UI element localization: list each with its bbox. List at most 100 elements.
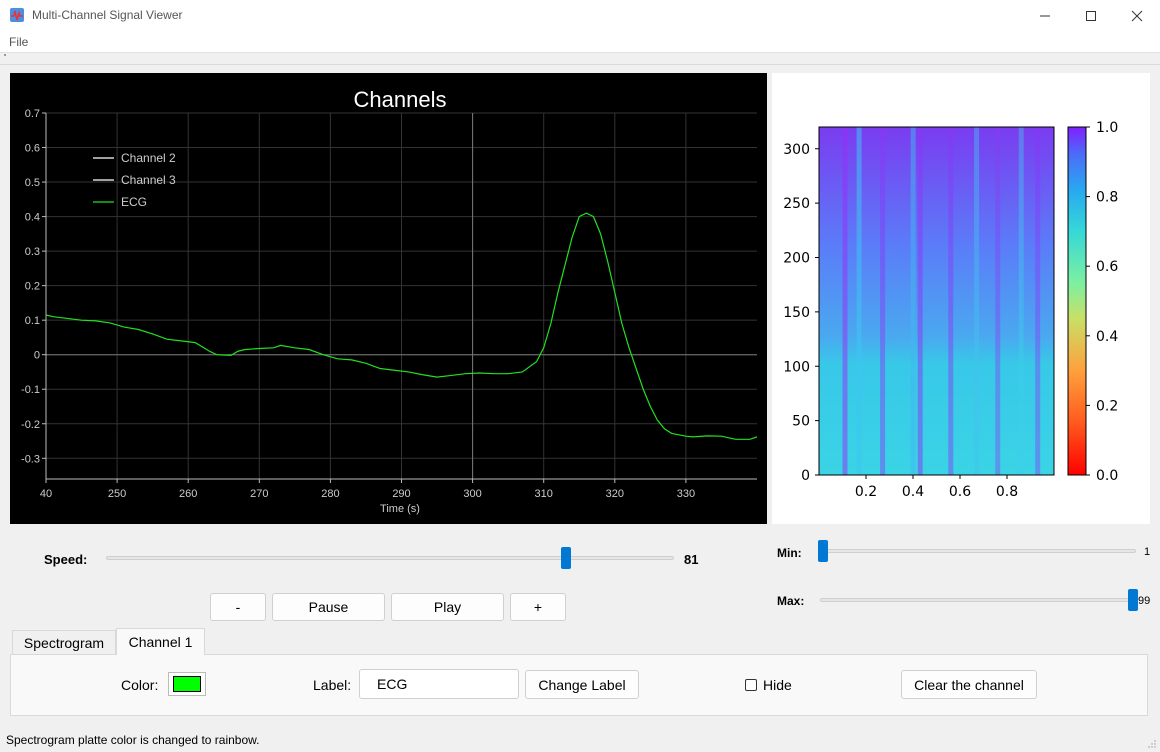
- min-value: 1: [1144, 546, 1151, 558]
- legend-label: Channel 2: [121, 151, 176, 165]
- clear-channel-button[interactable]: Clear the channel: [901, 670, 1037, 699]
- pause-button[interactable]: Pause: [272, 593, 385, 621]
- status-bar-text: Spectrogram platte color is changed to r…: [6, 733, 260, 747]
- resize-grip-icon[interactable]: [1148, 740, 1156, 748]
- spec-y-tick-label: 200: [783, 251, 810, 267]
- speed-label: Speed:: [44, 552, 88, 567]
- spectrogram-plot: 0 50 100 150 200 250 300 0.2 0.4 0.6 0.8 0.0 0.2 0.4 0…: [772, 73, 1150, 524]
- minimize-button[interactable]: [1022, 0, 1068, 32]
- spectrogram-streak: [856, 127, 862, 475]
- min-label: Min:: [777, 546, 802, 560]
- colorbar-tick-label: 0.0: [1096, 468, 1118, 484]
- color-picker-button[interactable]: [168, 672, 206, 696]
- speed-slider-track[interactable]: [106, 556, 674, 560]
- min-slider-handle[interactable]: [818, 540, 829, 562]
- colorbar-tick-label: 0.8: [1096, 190, 1118, 206]
- color-label: Color:: [121, 677, 159, 693]
- speed-up-button[interactable]: +: [510, 593, 566, 621]
- legend-label: Channel 3: [121, 173, 176, 187]
- spec-y-tick-label: 0: [801, 468, 810, 484]
- y-tick-label: -0.2: [21, 419, 40, 431]
- x-tick-label: 250: [108, 488, 126, 500]
- channels-plot[interactable]: Channels 0.7 0.6 0.5 0.4 0.3 0.2 0.1 0 -0.1 -0.2 -0…: [10, 73, 767, 524]
- spectrogram-streak: [917, 127, 923, 475]
- y-tick-label: 0: [34, 350, 40, 362]
- y-tick-label: 0.1: [25, 315, 40, 327]
- menu-bar: File: [0, 32, 1160, 52]
- menu-file[interactable]: File: [9, 35, 28, 49]
- maximize-button[interactable]: [1068, 0, 1114, 32]
- hide-label[interactable]: Hide: [763, 677, 792, 693]
- x-tick-label: 260: [179, 488, 197, 500]
- spec-x-tick-label: 0.2: [855, 484, 877, 500]
- tab-channel-1[interactable]: Channel 1: [116, 628, 205, 655]
- spectrogram-chart: 0 50 100 150 200 250 300 0.2 0.4 0.6 0.8 0.0 0.2 0.4 0…: [783, 120, 1118, 500]
- label-label: Label:: [313, 677, 352, 693]
- max-value: 99: [1138, 595, 1151, 607]
- speed-down-button[interactable]: -: [210, 593, 266, 621]
- toolbar-area: [0, 52, 1160, 64]
- close-icon: [1131, 10, 1143, 22]
- y-tick-label: -0.3: [21, 453, 40, 465]
- chart-title: Channels: [354, 87, 447, 112]
- y-tick-label: 0.4: [25, 212, 40, 224]
- y-tick-label: 0.3: [25, 246, 40, 258]
- y-tick-label: 0.6: [25, 143, 40, 155]
- y-tick-label: 0.7: [25, 108, 40, 120]
- x-tick-label: 300: [463, 488, 481, 500]
- spec-x-tick-label: 0.6: [949, 484, 971, 500]
- title-bar: Multi-Channel Signal Viewer: [0, 0, 1160, 32]
- speed-value: 81: [684, 552, 699, 567]
- color-swatch: [173, 676, 201, 692]
- spectrogram-streak: [880, 127, 886, 475]
- spec-y-tick-label: 250: [783, 196, 810, 212]
- close-button[interactable]: [1114, 0, 1160, 32]
- x-tick-label: 270: [250, 488, 268, 500]
- y-tick-label: 0.5: [25, 177, 40, 189]
- legend-label: ECG: [121, 195, 147, 209]
- spec-x-tick-label: 0.8: [996, 484, 1018, 500]
- colorbar-tick-label: 0.4: [1096, 329, 1118, 345]
- spectrogram-streak: [995, 127, 1001, 475]
- x-tick-label: 330: [677, 488, 695, 500]
- x-tick-label: 280: [321, 488, 339, 500]
- spec-x-tick-label: 0.4: [902, 484, 924, 500]
- y-tick-label: -0.1: [21, 384, 40, 396]
- spectrogram-streak: [1035, 127, 1041, 475]
- spec-y-tick-label: 300: [783, 142, 810, 158]
- spec-y-tick-label: 150: [783, 305, 810, 321]
- colorbar: [1067, 126, 1087, 476]
- max-slider-track[interactable]: [820, 598, 1136, 602]
- spectrogram-streak: [1018, 127, 1024, 475]
- x-axis-label: Time (s): [380, 503, 420, 515]
- colorbar-tick-label: 0.2: [1096, 398, 1118, 414]
- minimize-icon: [1040, 15, 1050, 17]
- max-slider-handle[interactable]: [1127, 589, 1138, 611]
- label-input[interactable]: ECG: [359, 669, 519, 699]
- channels-chart[interactable]: Channels 0.7 0.6 0.5 0.4 0.3 0.2 0.1 0 -0.1 -0.2 -0…: [10, 73, 767, 524]
- hide-checkbox[interactable]: [745, 679, 757, 691]
- app-icon: [10, 8, 24, 22]
- y-tick-label: 0.2: [25, 281, 40, 293]
- x-tick-label: 290: [392, 488, 410, 500]
- spectrogram-streak: [948, 127, 954, 475]
- speed-slider-handle[interactable]: [561, 547, 572, 569]
- colorbar-tick-label: 1.0: [1096, 120, 1118, 136]
- maximize-icon: [1086, 11, 1096, 21]
- x-tick-label: 40: [40, 488, 52, 500]
- min-slider-track[interactable]: [820, 549, 1136, 553]
- play-button[interactable]: Play: [391, 593, 504, 621]
- tab-spectrogram[interactable]: Spectrogram: [12, 630, 116, 655]
- spec-y-tick-label: 100: [783, 359, 810, 375]
- spectrogram-streak: [842, 127, 848, 475]
- window-title: Multi-Channel Signal Viewer: [32, 8, 183, 22]
- spec-y-tick-label: 50: [792, 414, 810, 430]
- spectrogram-streak: [974, 127, 980, 475]
- divider: [0, 64, 1160, 65]
- change-label-button[interactable]: Change Label: [525, 670, 639, 699]
- spectrogram-streak: [910, 127, 916, 475]
- colorbar-tick-label: 0.6: [1096, 259, 1118, 275]
- x-tick-label: 320: [606, 488, 624, 500]
- toolbar-grip[interactable]: [4, 54, 6, 56]
- x-tick-label: 310: [535, 488, 553, 500]
